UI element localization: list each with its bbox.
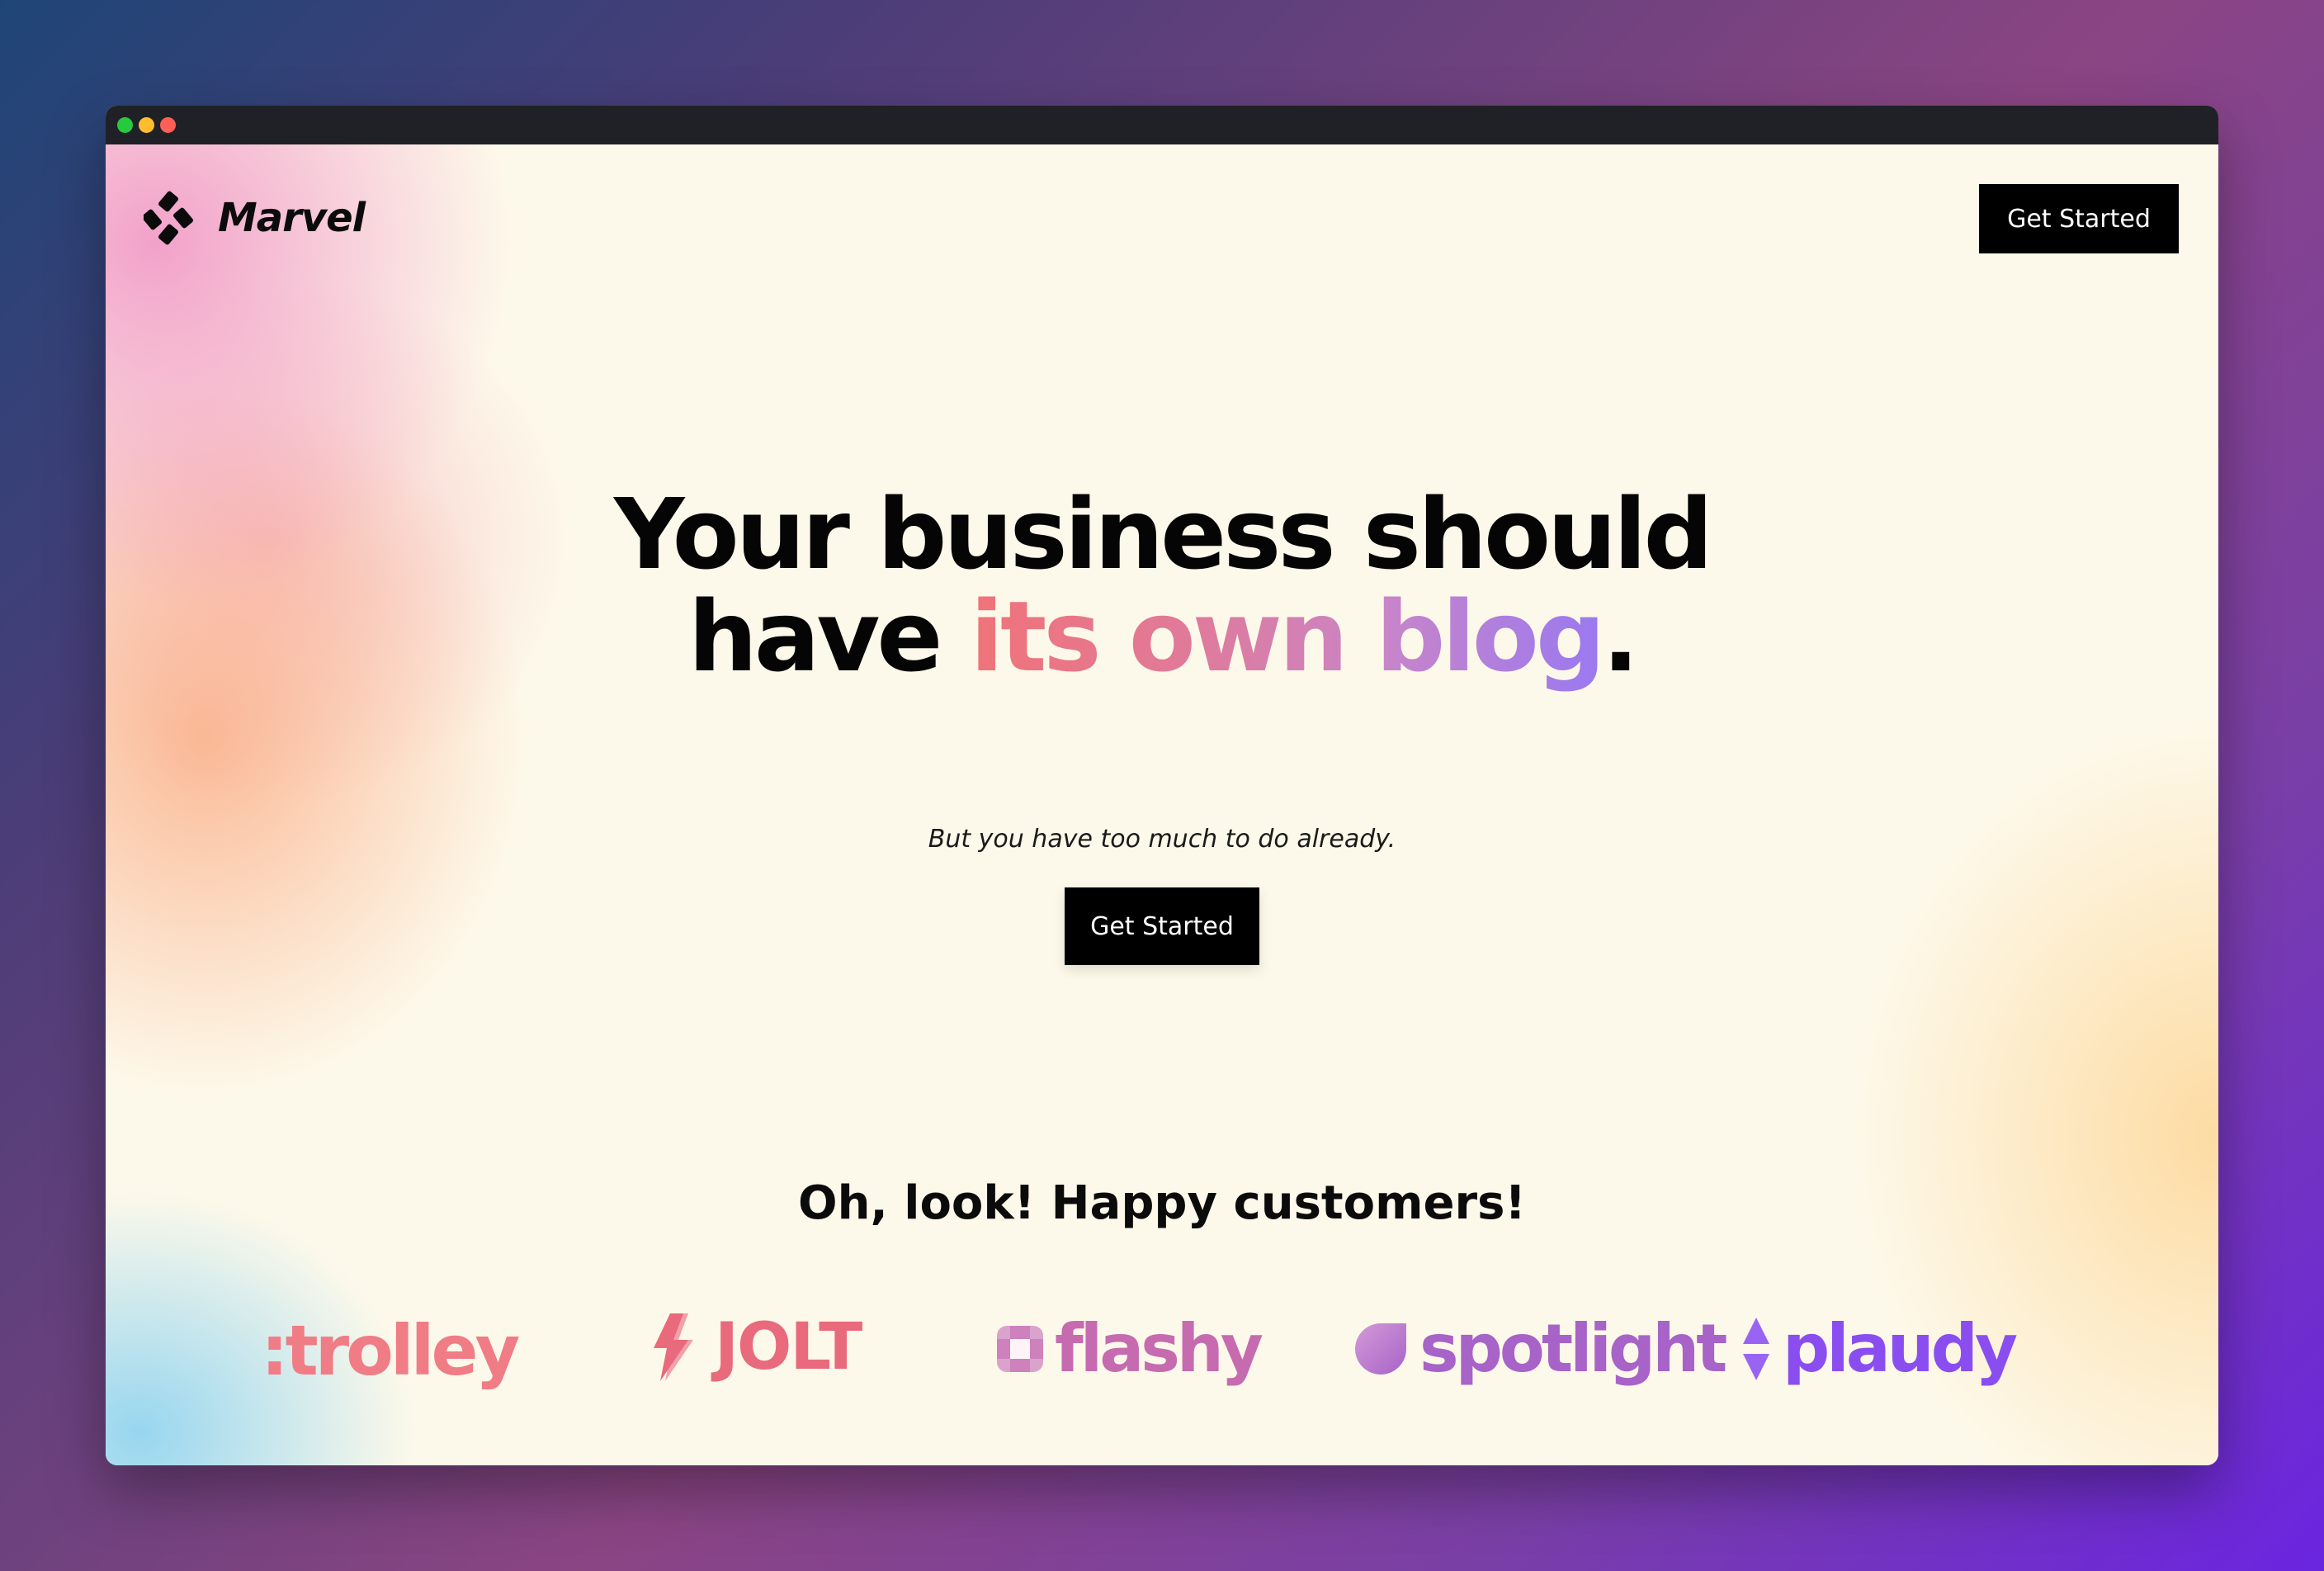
flashy-wordmark: flashy [1055, 1310, 1264, 1387]
hero-title: Your business should have its own blog. [106, 483, 2218, 688]
window-minimize-button[interactable] [139, 117, 154, 133]
jolt-logo: JOLT [650, 1310, 862, 1384]
hero-title-line1: Your business should [614, 477, 1713, 591]
customers-heading: Oh, look! Happy customers! [798, 1176, 1526, 1230]
header-get-started-button[interactable]: Get Started [1979, 184, 2179, 253]
hero-title-period: . [1602, 580, 1639, 693]
leaf-icon [1355, 1323, 1406, 1375]
hero-title-highlight: its own blog [970, 580, 1606, 693]
jolt-wordmark: JOLT [715, 1310, 862, 1384]
customer-logos: :trolley JOLT flashy spotlight plaudy [106, 1294, 2218, 1391]
logo-text: Marvel [218, 195, 366, 241]
square-grid-icon [997, 1325, 1043, 1372]
landing-page: Marvel Get Started Your business should … [106, 144, 2218, 1465]
flashy-logo: flashy [997, 1310, 1264, 1387]
lightning-icon [654, 1313, 693, 1381]
browser-window: Marvel Get Started Your business should … [106, 106, 2218, 1465]
trolley-logo: :trolley [261, 1310, 520, 1391]
hero-title-have: have [687, 580, 943, 693]
window-close-button[interactable] [160, 117, 176, 133]
hero-subtitle: But you have too much to do already. [928, 825, 1396, 854]
hero-get-started-button[interactable]: Get Started [1065, 887, 1259, 965]
spotlight-wordmark: spotlight [1419, 1310, 1727, 1387]
spotlight-logo: spotlight [1353, 1310, 1727, 1387]
window-maximize-button[interactable] [117, 117, 133, 133]
plaudy-logo: plaudy [1741, 1310, 2018, 1387]
trolley-wordmark: :trolley [261, 1310, 520, 1391]
window-titlebar [106, 106, 2218, 144]
plaudy-wordmark: plaudy [1783, 1310, 2018, 1387]
marvel-logo-icon [144, 191, 193, 245]
up-down-arrows-icon [1743, 1317, 1769, 1380]
brand-logo[interactable]: Marvel [144, 191, 366, 245]
